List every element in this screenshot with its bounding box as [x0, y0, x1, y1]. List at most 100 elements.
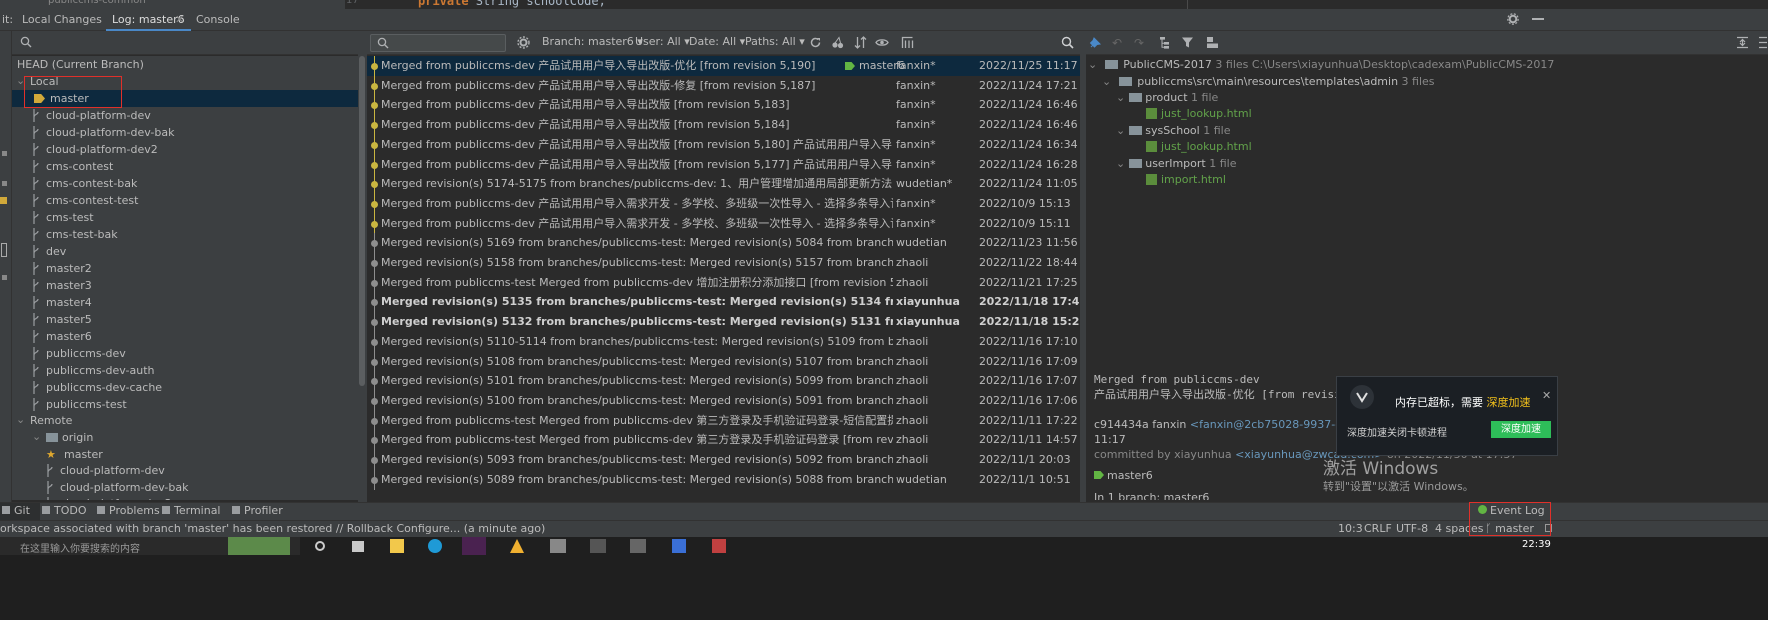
eye-icon[interactable]: [875, 36, 889, 49]
branch-item[interactable]: cloud-platform-dev-bak: [12, 124, 358, 141]
line-separator[interactable]: CRLF: [1364, 522, 1392, 535]
commit-row[interactable]: Merged from publiccms-dev 产品试用用户导入导出改版-修…: [367, 75, 1080, 96]
strip-icon[interactable]: [2, 151, 7, 156]
commit-row[interactable]: Merged revision(s) 5110-5114 from branch…: [367, 331, 1080, 352]
settings-icon[interactable]: [517, 36, 530, 49]
commit-row[interactable]: Merged from publiccms-dev 产品试用用户导入导出改版 […: [367, 115, 1080, 136]
edge-icon[interactable]: [428, 539, 442, 553]
commit-row[interactable]: Merged from publiccms-dev 产品试用用户导入导出改版 […: [367, 154, 1080, 175]
caret-position[interactable]: 10:3: [1338, 522, 1363, 535]
commit-row[interactable]: Merged revision(s) 5174-5175 from branch…: [367, 174, 1080, 195]
speedup-notification[interactable]: 内存已超标，需要 深度加速 ✕ 深度加速关闭卡顿进程 深度加速: [1336, 376, 1558, 456]
branch-item[interactable]: publiccms-test: [12, 396, 358, 413]
collapse-all-icon[interactable]: [1758, 36, 1768, 49]
commit-row[interactable]: Merged revision(s) 5093 from branches/pu…: [367, 450, 1080, 470]
head-current-branch[interactable]: HEAD (Current Branch): [12, 56, 358, 73]
changes-path-node[interactable]: ⌄ publiccms\src\main\resources\templates…: [1102, 74, 1435, 90]
strip-icon[interactable]: [1, 243, 7, 257]
search-icon[interactable]: [20, 36, 32, 48]
tab-local-changes[interactable]: Local Changes: [16, 9, 108, 31]
chevron-down-icon[interactable]: ⌄: [1116, 124, 1125, 137]
branch-filter[interactable]: Branch: master6 ▾: [542, 35, 643, 48]
commit-row[interactable]: Merged from publiccms-test Merged from p…: [367, 272, 1080, 293]
commit-hash[interactable]: c914434a fanxin: [1094, 418, 1186, 431]
commit-row[interactable]: Merged revision(s) 5089 from branches/pu…: [367, 469, 1080, 490]
taskbar-app-icon[interactable]: [352, 541, 364, 552]
branch-item[interactable]: master3: [12, 277, 358, 294]
splitter[interactable]: [358, 31, 367, 502]
branch-item[interactable]: publiccms-dev-auth: [12, 362, 358, 379]
file-encoding[interactable]: UTF-8: [1396, 522, 1428, 535]
taskbar-app-icon[interactable]: [630, 539, 646, 553]
taskbar-app-icon[interactable]: [712, 539, 726, 553]
tool-window-terminal[interactable]: Terminal: [162, 504, 221, 517]
commit-row[interactable]: Merged from publiccms-test Merged from p…: [367, 430, 1080, 451]
chevron-down-icon[interactable]: ⌄: [1116, 91, 1125, 104]
status-message[interactable]: orkspace associated with branch 'master'…: [0, 522, 545, 535]
changed-folder-node[interactable]: ⌄ userImport 1 file: [1116, 156, 1236, 172]
branch-item[interactable]: master6: [12, 328, 358, 345]
commit-row[interactable]: Merged revision(s) 5108 from branches/pu…: [367, 351, 1080, 372]
branch-item[interactable]: cms-test: [12, 209, 358, 226]
chevron-down-icon[interactable]: ⌄: [16, 411, 25, 428]
editor-code-line[interactable]: private String schoolCode;: [418, 0, 606, 8]
branch-item[interactable]: cloud-platform-dev: [12, 462, 358, 479]
commit-row[interactable]: Merged revision(s) 5135 from branches/pu…: [367, 292, 1080, 313]
strip-icon[interactable]: [2, 181, 7, 186]
commit-row[interactable]: Merged from publiccms-dev 产品试用用户导入导出改版-优…: [367, 56, 1080, 76]
filter-icon[interactable]: [1181, 36, 1194, 49]
pin-icon[interactable]: [1089, 36, 1102, 49]
chevron-down-icon[interactable]: ⌄: [1116, 157, 1125, 170]
expand-all-icon[interactable]: [1736, 36, 1749, 49]
commit-row[interactable]: Merged from publiccms-test Merged from p…: [367, 410, 1080, 431]
commit-row[interactable]: Merged from publiccms-dev 产品试用用户导入导出改版 […: [367, 134, 1080, 155]
commit-row[interactable]: Merged revision(s) 5169 from branches/pu…: [367, 233, 1080, 254]
gear-icon[interactable]: [1507, 13, 1519, 25]
changed-file-node[interactable]: import.html: [1146, 172, 1226, 188]
strip-icon[interactable]: [2, 275, 7, 280]
origin-folder-node[interactable]: ⌄ origin: [12, 429, 358, 446]
intellisort-icon[interactable]: [901, 36, 914, 49]
changes-root-node[interactable]: ⌄ PublicCMS-2017 3 files C:\Users\xiayun…: [1088, 57, 1554, 73]
commit-row[interactable]: Merged revision(s) 5158 from branches/pu…: [367, 253, 1080, 273]
layout-icon[interactable]: [1206, 36, 1219, 49]
branch-item[interactable]: cms-contest: [12, 158, 358, 175]
branch-item[interactable]: cms-contest-test: [12, 192, 358, 209]
commit-row[interactable]: Merged revision(s) 5132 from branches/pu…: [367, 312, 1080, 333]
changed-folder-node[interactable]: ⌄ sysSchool 1 file: [1116, 123, 1230, 139]
commit-row[interactable]: Merged revision(s) 5101 from branches/pu…: [367, 371, 1080, 392]
branch-item[interactable]: cloud-platform-dev-bak: [12, 479, 358, 496]
star-icon[interactable]: [0, 197, 7, 204]
undo-icon[interactable]: ↶: [1112, 36, 1122, 50]
branch-item[interactable]: cms-contest-bak: [12, 175, 358, 192]
terminal-icon[interactable]: [590, 539, 606, 553]
commit-row[interactable]: Merged from publiccms-dev 产品试用用户导入导出改版 […: [367, 95, 1080, 116]
branch-item[interactable]: publiccms-dev: [12, 345, 358, 362]
speedup-button[interactable]: 深度加速: [1491, 421, 1551, 438]
close-tab-icon[interactable]: ✕: [175, 13, 184, 26]
tool-window-profiler[interactable]: Profiler: [232, 504, 283, 517]
branch-item[interactable]: cloud-platform-dev: [12, 107, 358, 124]
tool-window-git[interactable]: Git: [2, 504, 30, 517]
taskbar-search[interactable]: 在这里输入你要搜索的内容: [0, 537, 300, 555]
date-filter[interactable]: Date: All ▾: [689, 35, 745, 48]
minimize-icon[interactable]: [1532, 18, 1544, 21]
branch-item[interactable]: publiccms-dev-cache: [12, 379, 358, 396]
chevron-down-icon[interactable]: ⌄: [32, 428, 41, 445]
branch-item[interactable]: master4: [12, 294, 358, 311]
branch-item[interactable]: ★ master: [12, 446, 358, 463]
tab-console[interactable]: Console: [190, 9, 246, 31]
project-node-label[interactable]: publiccms-common: [48, 0, 146, 6]
log-search-input[interactable]: [370, 34, 506, 52]
tool-window-todo[interactable]: TODO: [42, 504, 87, 517]
changed-file-node[interactable]: just_lookup.html: [1146, 139, 1252, 155]
remote-group-node[interactable]: ⌄ Remote: [12, 412, 358, 429]
close-icon[interactable]: ✕: [1542, 389, 1551, 402]
branch-tag[interactable]: master6: [1094, 468, 1153, 484]
tree-icon[interactable]: [1159, 36, 1172, 49]
taskbar-app-icon[interactable]: [672, 539, 686, 553]
search-icon[interactable]: [1061, 36, 1074, 49]
branches-scrollbar[interactable]: [359, 56, 365, 386]
sort-icon[interactable]: [854, 36, 867, 49]
commit-row[interactable]: Merged from publiccms-dev 产品试用用户导入需求开发 -…: [367, 193, 1080, 214]
